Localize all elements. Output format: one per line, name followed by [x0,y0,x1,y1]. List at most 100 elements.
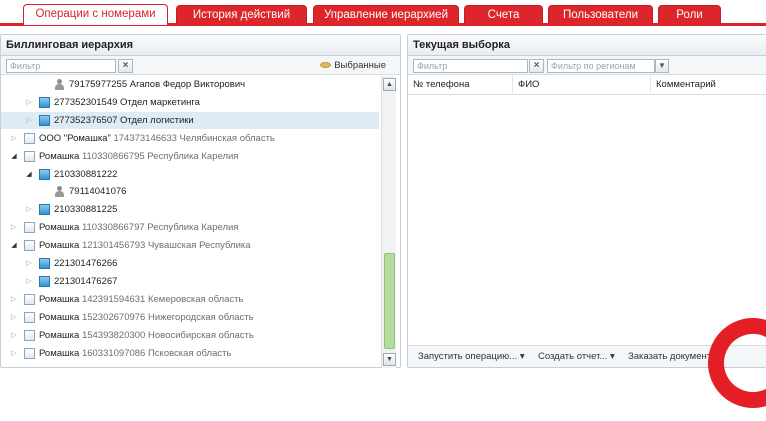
favorites-button[interactable]: Выбранные [320,60,386,71]
main-tabs: Операции с номерами История действий Упр… [0,0,766,26]
collapse-icon[interactable]: ◢ [25,166,33,183]
organization-icon [24,293,35,305]
expand-icon[interactable]: ▷ [10,327,18,344]
tree-row-label: Ромашка 110330866797 Республика Карелия [39,219,238,236]
chevron-down-icon[interactable]: ▼ [655,59,669,73]
current-selection-panel: Текущая выборка Фильтр × Фильтр по регио… [407,34,766,368]
tree-row-label: 221301476266 [54,255,117,272]
run-operation-menu[interactable]: Запустить операцию... ▾ [418,346,525,367]
tree-row-description: Агапов Федор Викторович [129,79,246,90]
tree-row-number: Ромашка [39,222,80,234]
tree-scrollbar[interactable]: ▲ ▼ [381,76,396,368]
expand-icon[interactable]: ▷ [10,345,18,362]
tree-row-description: 121301456793 Чувашская Республика [81,240,251,252]
tree-row[interactable]: ▷ ООО "Ромашка" 174373146633 Челябинская … [1,130,379,147]
tree-row[interactable]: 79175977255 Агапов Федор Викторович [1,76,379,93]
tree-row-number: 79114041076 [69,186,127,198]
expand-icon[interactable]: ▷ [25,273,33,290]
organization-icon [24,311,35,323]
tree-row-number: 210330881225 [54,204,118,216]
expand-icon[interactable]: ▷ [10,309,18,326]
tree-row-description: 154393820300 Новосибирская область [81,329,254,341]
tree-row[interactable]: ◢ 210330881222 [1,166,379,183]
tree-row-description: 174373146633 Челябинская область [113,132,275,144]
tree-row[interactable]: ▷ 277352376507 Отдел логистики [1,111,379,129]
tree-row-label: 277352301549 Отдел маркетинга [54,94,200,111]
organization-icon [24,132,35,144]
expand-icon[interactable]: ▷ [10,291,18,308]
expand-icon[interactable]: ▷ [25,94,33,111]
tree-row[interactable]: ▷ Ромашка 142391594631 Кемеровская област… [1,291,379,308]
tree-row-description: 152302670976 Нижегородская область [81,311,254,323]
tree-row-description: 160331097086 Псковская область [81,347,232,359]
tree-row-label: 79114041076 [69,183,126,200]
create-report-menu[interactable]: Создать отчет... ▾ [538,346,615,367]
scroll-down-arrow[interactable]: ▼ [383,353,396,366]
expand-icon[interactable]: ▷ [10,219,18,236]
tree-row-number: 221301476266 [54,258,118,269]
tree-row[interactable]: 79114041076 [1,183,379,200]
tree-row[interactable]: ◢ Ромашка 121301456793 Чувашская Республи… [1,237,379,254]
tree-row[interactable]: ▷ 221301476266 [1,255,379,272]
order-document-button[interactable]: Заказать документ [628,346,711,367]
account-icon [39,204,50,216]
hierarchy-filter-input[interactable]: Фильтр [6,59,116,73]
tree-row-label: Ромашка 110330866795 Республика Карелия [39,148,238,165]
tree-row[interactable]: ▷ Ромашка 152302670976 Нижегородская обла… [1,309,379,326]
expand-icon[interactable]: ▷ [10,130,18,147]
tab-number-operations[interactable]: Операции с номерами [23,4,168,25]
tree-row[interactable]: ◢ Ромашка 110330866795 Республика Карелия [1,148,379,165]
tree-row[interactable]: ▷ 277352301549 Отдел маркетинга [1,94,379,111]
account-icon [39,114,50,126]
tree-row-label: 221301476267 [54,273,117,290]
hierarchy-toolbar: Фильтр × Выбранные [1,56,400,75]
account-icon [39,96,50,108]
expand-icon[interactable]: ▷ [25,255,33,272]
selection-toolbar: Фильтр × Фильтр по регионам ▼ [408,56,766,75]
tree-row[interactable]: ▷ Ромашка 160331097086 Псковская область [1,345,379,362]
collapse-icon[interactable]: ◢ [10,148,18,165]
tree-row[interactable]: ▷ 210330881225 [1,201,379,218]
tab-action-history[interactable]: История действий [176,5,307,24]
tree-row-number: 277352301549 [54,96,118,108]
tree-row-label: Ромашка 160331097086 Псковская область [39,345,231,362]
organization-icon [24,329,35,341]
scroll-up-arrow[interactable]: ▲ [383,78,396,91]
tab-hierarchy-management[interactable]: Управление иерархией [313,5,459,24]
tree-row-label: 277352376507 Отдел логистики [54,112,194,129]
tab-accounts[interactable]: Счета [464,5,543,24]
tree-row-number: Ромашка [39,293,80,305]
account-icon [39,258,50,269]
panel-title: Биллинговая иерархия [1,35,400,56]
expand-icon[interactable]: ▷ [25,201,33,218]
organization-icon [24,240,35,252]
clear-selection-filter-button[interactable]: × [529,59,544,73]
tab-roles[interactable]: Роли [658,5,721,24]
tree-row-number: 210330881222 [54,168,118,180]
organization-icon [24,150,35,162]
expand-icon[interactable]: ▷ [25,112,33,129]
region-filter-select[interactable]: Фильтр по регионам [547,59,655,73]
column-comment[interactable]: Комментарий [651,75,766,95]
tree-row-number: ООО "Ромашка" [39,132,111,144]
tree-row-description: 142391594631 Кемеровская область [81,293,244,305]
collapse-icon[interactable]: ◢ [10,237,18,254]
clear-filter-button[interactable]: × [118,59,133,73]
panel-title: Текущая выборка [408,35,766,56]
selection-filter-input[interactable]: Фильтр [413,59,528,73]
column-phone[interactable]: № телефона [408,75,513,95]
tree-row-label: Ромашка 152302670976 Нижегородская облас… [39,309,254,326]
account-icon [39,275,50,287]
tab-users[interactable]: Пользователи [548,5,653,24]
organization-icon [24,347,35,359]
tree-row-label: 79175977255 Агапов Федор Викторович [69,76,245,93]
account-icon [39,168,50,180]
tree-row[interactable]: ▷ Ромашка 110330866797 Республика Карелия [1,219,379,236]
scroll-thumb[interactable] [384,253,395,349]
tree-row-label: Ромашка 121301456793 Чувашская Республик… [39,237,251,254]
tree-row[interactable]: ▷ 221301476267 [1,273,379,290]
column-name[interactable]: ФИО [513,75,651,95]
tree-row-number: 79175977255 [69,79,128,90]
tree-row[interactable]: ▷ Ромашка 154393820300 Новосибирская обла… [1,327,379,344]
tree-row-number: Ромашка [39,311,80,323]
